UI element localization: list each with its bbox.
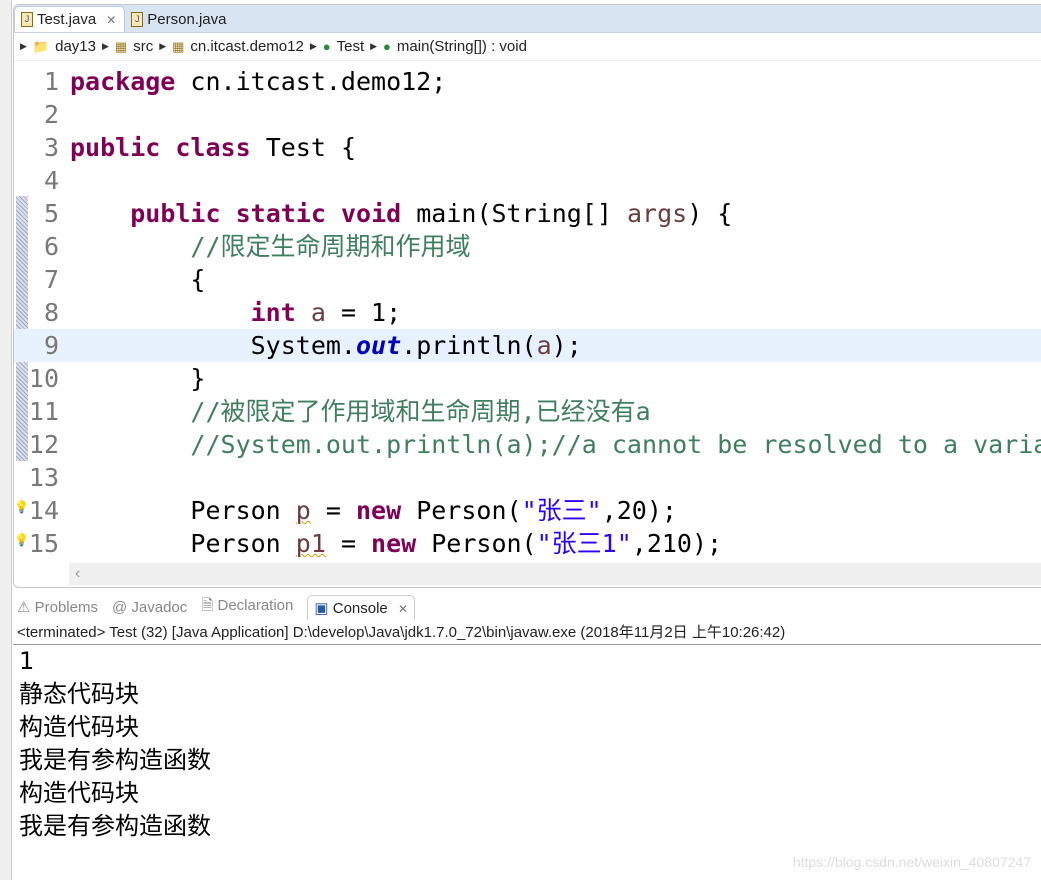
tab-javadoc[interactable]: @ Javadoc (112, 599, 187, 616)
line-number: 5 (43, 199, 59, 228)
chevron-right-icon: ▶ (370, 41, 378, 51)
code-line[interactable]: 7 { (14, 263, 1041, 296)
breadcrumb-package[interactable]: cn.itcast.demo12 (190, 38, 303, 55)
code-line[interactable]: 5 public static void main(String[] args)… (14, 197, 1041, 230)
tab-test-java[interactable]: J Test.java ✕ (14, 6, 126, 32)
code-text: package cn.itcast.demo12; (70, 67, 447, 96)
warning-icon[interactable]: 💡 (14, 533, 29, 547)
console-view: ⚠ Problems @ Javadoc 🗎 Declaration ▣ Con… (13, 593, 1041, 883)
code-line[interactable]: 8 int a = 1; (14, 296, 1041, 329)
code-line[interactable]: 1 package cn.itcast.demo12; (14, 65, 1041, 98)
code-text: int a = 1; (250, 298, 402, 327)
warning-icon[interactable]: 💡 (14, 500, 29, 514)
line-number: 13 (28, 463, 59, 492)
code-line[interactable]: 3 public class Test { (14, 131, 1041, 164)
chevron-right-icon: ▶ (309, 41, 317, 51)
line-number: 4 (43, 166, 59, 195)
chevron-right-icon: ▶ (20, 41, 27, 51)
line-number: 12 (28, 430, 59, 459)
tab-label: Javadoc (131, 598, 188, 616)
code-text: //限定生命周期和作用域 (190, 232, 471, 261)
code-line[interactable]: 10 } (14, 362, 1041, 395)
code-text: //被限定了作用域和生命周期,已经没有a (190, 397, 651, 426)
console-line: 1 (19, 647, 35, 675)
tab-label: Test.java (37, 11, 97, 28)
project-icon: 📁 (32, 38, 50, 54)
code-line[interactable]: 6 //限定生命周期和作用域 (14, 230, 1041, 263)
tab-person-java[interactable]: J Person.java (125, 6, 234, 32)
code-line[interactable]: 13 (14, 461, 1041, 494)
tab-problems[interactable]: ⚠ Problems (17, 598, 98, 616)
code-text: //System.out.println(a);//a cannot be re… (190, 430, 1041, 459)
tab-label: Problems (34, 599, 98, 616)
console-line: 静态代码块 (19, 680, 139, 708)
left-panel-edge (0, 0, 12, 880)
line-number: 8 (43, 298, 59, 327)
console-icon: ▣ (314, 599, 329, 617)
code-line[interactable]: 4 (14, 164, 1041, 197)
tab-label: Person.java (147, 10, 227, 28)
breadcrumb: ▶ 📁 day13 ▶ ▦ src ▶ ▦ cn.itcast.demo12 ▶ ● Test … (14, 33, 1041, 61)
close-icon[interactable]: ✕ (106, 13, 116, 27)
code-text: public class Test { (70, 133, 356, 162)
breadcrumb-class[interactable]: Test (337, 38, 365, 55)
source-folder-icon: ▦ (114, 38, 128, 54)
code-line[interactable]: 12 //System.out.println(a);//a cannot be… (14, 428, 1041, 461)
code-text: } (70, 364, 206, 393)
code-line[interactable]: 9 System.out.println(a); (14, 329, 1041, 362)
tab-label: Console (332, 599, 388, 617)
package-icon: ▦ (172, 38, 185, 54)
code-line[interactable]: 14 Person p = new Person("张三",20); (14, 494, 1041, 527)
tab-declaration[interactable]: 🗎 Declaration (201, 595, 293, 620)
tab-console[interactable]: ▣ Console ✕ (307, 594, 416, 620)
close-icon[interactable]: ✕ (398, 602, 408, 616)
line-number: 9 (43, 331, 59, 360)
code-text: Person p = new Person("张三",20); (70, 496, 677, 525)
line-number: 2 (43, 100, 59, 129)
code-text: { (70, 265, 206, 294)
console-line: 构造代码块 (19, 713, 139, 741)
breadcrumb-project[interactable]: day13 (55, 38, 96, 55)
code-area[interactable]: 1 package cn.itcast.demo12; 2 3 public class… (14, 63, 1041, 563)
chevron-right-icon: ▶ (101, 41, 109, 51)
console-line: 构造代码块 (19, 779, 139, 807)
breadcrumb-method[interactable]: main(String[]) : void (397, 38, 527, 55)
editor-tab-bar: J Test.java ✕ J Person.java (14, 5, 1041, 33)
console-line: 我是有参构造函数 (19, 746, 211, 774)
console-output[interactable]: 1 静态代码块 构造代码块 我是有参构造函数 构造代码块 我是有参构造函数 (13, 645, 1041, 843)
code-text: System.out.println(a); (70, 331, 582, 360)
java-file-icon: J (21, 12, 33, 27)
code-editor[interactable]: J Test.java ✕ J Person.java ▶ 📁 day13 ▶ ▦ sr… (13, 4, 1041, 588)
line-number: 1 (43, 67, 59, 96)
horizontal-scrollbar[interactable]: ‹ (69, 563, 1041, 585)
method-icon: ● (383, 39, 391, 54)
code-line[interactable]: 15 Person p1 = new Person("张三1",210); (14, 527, 1041, 560)
line-number: 10 (28, 364, 59, 393)
line-number: 6 (43, 232, 59, 261)
code-text: Person p1 = new Person("张三1",210); (70, 529, 723, 558)
code-text: public static void main(String[] args) { (130, 199, 733, 228)
class-icon: ● (322, 39, 331, 54)
code-line[interactable]: 11 //被限定了作用域和生命周期,已经没有a (14, 395, 1041, 428)
watermark: https://blog.csdn.net/weixin_40807247 (792, 854, 1031, 870)
chevron-right-icon: ▶ (159, 41, 167, 51)
line-number: 11 (28, 397, 59, 426)
line-number: 3 (43, 133, 59, 162)
breadcrumb-src[interactable]: src (133, 38, 153, 55)
code-line[interactable]: 2 (14, 98, 1041, 131)
tab-label: Declaration (217, 596, 294, 614)
bottom-tab-bar: ⚠ Problems @ Javadoc 🗎 Declaration ▣ Con… (13, 593, 1041, 621)
console-status: <terminated> Test (32) [Java Application… (13, 621, 1041, 645)
line-number: 7 (43, 265, 59, 294)
java-file-icon: J (131, 11, 144, 27)
console-line: 我是有参构造函数 (19, 812, 211, 840)
